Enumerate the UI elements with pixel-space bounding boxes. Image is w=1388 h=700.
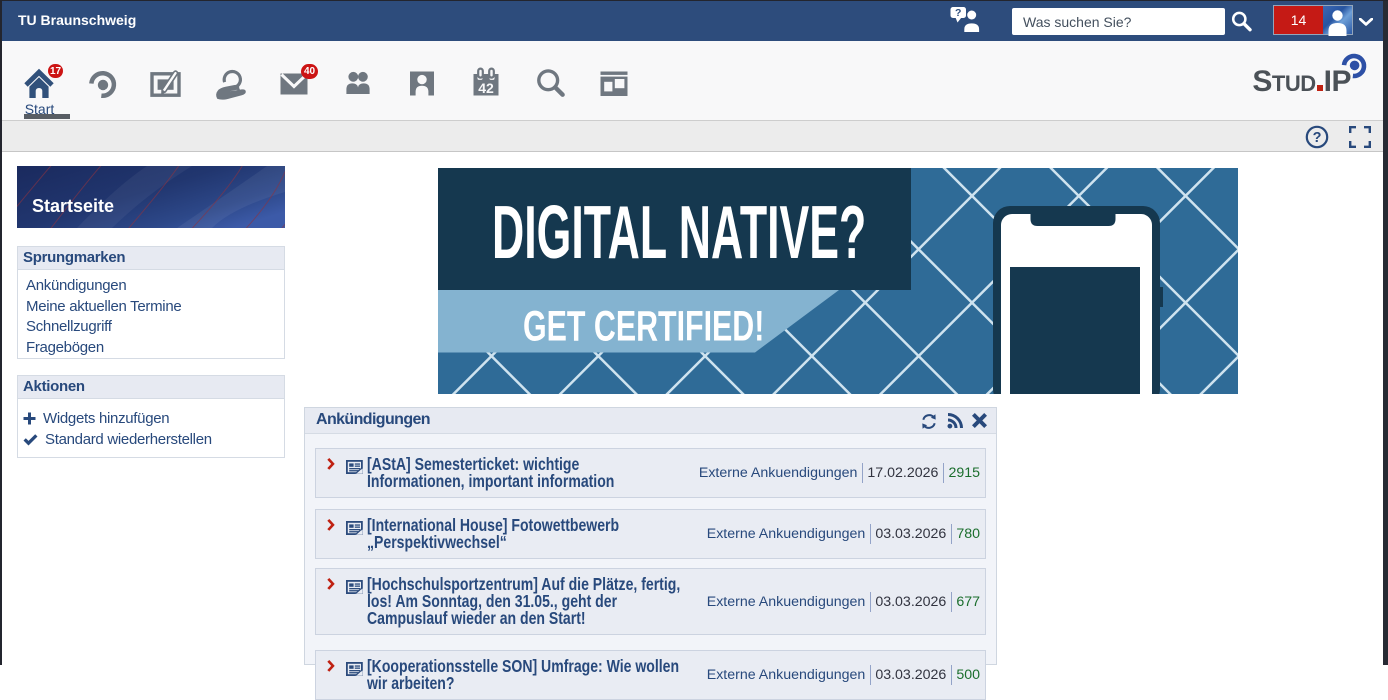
svg-text:42: 42 (478, 80, 494, 96)
svg-text:GET CERTIFIED!: GET CERTIFIED! (523, 303, 764, 350)
svg-text:Startseite: Startseite (32, 196, 114, 216)
svg-text:DIGITAL NATIVE?: DIGITAL NATIVE? (492, 191, 866, 275)
svg-text:?: ? (1313, 130, 1322, 146)
svg-text:?: ? (955, 7, 961, 19)
